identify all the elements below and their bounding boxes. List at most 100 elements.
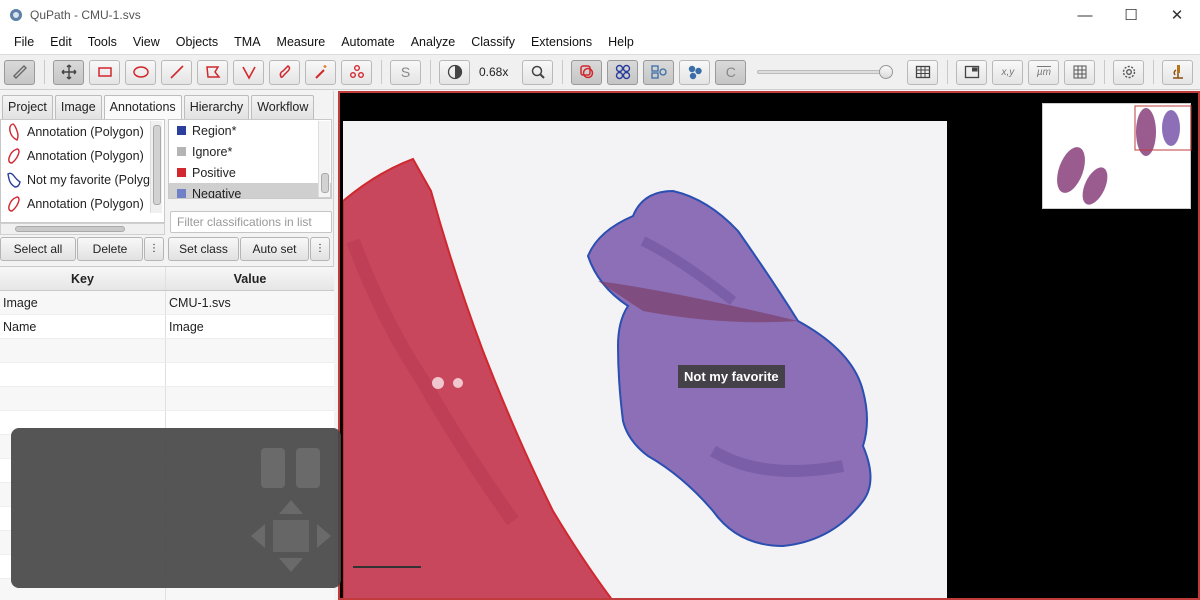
show-tma-grid-button[interactable] bbox=[607, 59, 639, 85]
wand-tool-button[interactable] bbox=[305, 59, 336, 85]
preferences-button[interactable] bbox=[1113, 59, 1145, 85]
zoom-to-fit-button[interactable] bbox=[522, 59, 554, 85]
show-grid-button[interactable] bbox=[1064, 59, 1096, 85]
polyline-tool-button[interactable] bbox=[233, 59, 264, 85]
left-arrow-icon bbox=[251, 524, 265, 548]
brightness-contrast-button[interactable] bbox=[439, 59, 470, 85]
class-item-positive[interactable]: Positive bbox=[169, 162, 331, 183]
menu-tools[interactable]: Tools bbox=[80, 30, 125, 54]
table-cell-key: Image bbox=[0, 291, 166, 314]
table-cell-value: Image bbox=[169, 320, 204, 334]
class-more-button[interactable]: ⋮ bbox=[310, 237, 330, 261]
annotation-label: Annotation (Polygon) bbox=[27, 125, 144, 139]
menu-automate[interactable]: Automate bbox=[333, 30, 403, 54]
opacity-slider[interactable] bbox=[757, 62, 894, 82]
auto-set-button[interactable]: Auto set bbox=[240, 237, 309, 261]
menu-tma[interactable]: TMA bbox=[226, 30, 268, 54]
script-editor-button[interactable] bbox=[1162, 59, 1194, 85]
show-overview-button[interactable] bbox=[956, 59, 988, 85]
show-detections-button[interactable] bbox=[643, 59, 675, 85]
tab-project[interactable]: Project bbox=[2, 95, 53, 119]
show-annotations-button[interactable] bbox=[571, 59, 603, 85]
annotation-list-item[interactable]: Annotation (Polygon) bbox=[1, 144, 164, 168]
image-viewer[interactable]: Not my favorite bbox=[338, 91, 1200, 600]
table-row-empty bbox=[0, 387, 334, 411]
menu-file[interactable]: File bbox=[6, 30, 42, 54]
tab-annotations[interactable]: Annotations bbox=[103, 95, 182, 119]
class-button-row: Set class Auto set ⋮ bbox=[168, 237, 331, 261]
scrollbar-thumb[interactable] bbox=[153, 125, 161, 205]
table-row[interactable]: Name Image bbox=[0, 315, 334, 339]
filter-classifications-input[interactable]: Filter classifications in list bbox=[170, 211, 332, 233]
class-label: Negative bbox=[192, 186, 242, 199]
polygon-tool-button[interactable] bbox=[197, 59, 228, 85]
selection-mode-button[interactable]: S bbox=[390, 59, 421, 85]
select-all-button[interactable]: Select all bbox=[0, 237, 76, 261]
menu-analyze[interactable]: Analyze bbox=[403, 30, 463, 54]
menu-extensions[interactable]: Extensions bbox=[523, 30, 600, 54]
annotation-list-hscrollbar[interactable] bbox=[0, 223, 165, 235]
annotation-list-item[interactable]: Annotation (Polygon) bbox=[1, 192, 164, 216]
line-tool-button[interactable] bbox=[161, 59, 192, 85]
maximize-button[interactable]: ☐ bbox=[1108, 0, 1154, 30]
minimize-button[interactable]: — bbox=[1062, 0, 1108, 30]
tab-hierarchy[interactable]: Hierarchy bbox=[183, 95, 250, 119]
center-pad bbox=[273, 520, 309, 552]
points-icon bbox=[349, 65, 364, 78]
column-header-key[interactable]: Key bbox=[0, 267, 166, 290]
class-color-swatch bbox=[177, 168, 186, 177]
table-row[interactable]: Image CMU-1.svs bbox=[0, 291, 334, 315]
show-scalebar-button[interactable]: µm bbox=[1028, 59, 1060, 85]
main-toolbar: S 0.68x C x,y µm bbox=[0, 54, 1200, 90]
down-arrow-icon bbox=[279, 558, 303, 572]
annotation-button-row: Select all Delete ⋮ bbox=[0, 237, 165, 261]
measurement-table-button[interactable] bbox=[907, 59, 939, 85]
scrollbar-thumb[interactable] bbox=[321, 173, 329, 193]
tma-grid-icon bbox=[615, 64, 631, 80]
pause-bar-left bbox=[261, 448, 285, 488]
show-connections-button[interactable]: C bbox=[715, 59, 747, 85]
class-item-ignore[interactable]: Ignore* bbox=[169, 141, 331, 162]
brush-tool-button[interactable] bbox=[269, 59, 300, 85]
points-tool-button[interactable] bbox=[341, 59, 372, 85]
menu-edit[interactable]: Edit bbox=[42, 30, 80, 54]
move-tool-button[interactable] bbox=[53, 59, 84, 85]
annotation-list-item[interactable]: Not my favorite (Polygo bbox=[1, 168, 164, 192]
annotation-more-button[interactable]: ⋮ bbox=[144, 237, 164, 261]
menu-classify[interactable]: Classify bbox=[463, 30, 523, 54]
slide-image[interactable] bbox=[342, 121, 947, 598]
set-class-button[interactable]: Set class bbox=[168, 237, 239, 261]
menu-help[interactable]: Help bbox=[600, 30, 642, 54]
table-header: Key Value bbox=[0, 267, 334, 291]
ellipse-tool-button[interactable] bbox=[125, 59, 156, 85]
menu-objects[interactable]: Objects bbox=[168, 30, 226, 54]
delete-button[interactable]: Delete bbox=[77, 237, 143, 261]
move-icon bbox=[61, 64, 76, 80]
grid-icon bbox=[1073, 65, 1087, 79]
annotation-list-scrollbar[interactable] bbox=[150, 121, 162, 213]
classification-list-scrollbar[interactable] bbox=[318, 121, 330, 197]
show-cursor-location-button[interactable]: x,y bbox=[992, 59, 1024, 85]
slide-overview-thumbnail[interactable] bbox=[1042, 103, 1192, 209]
brush-icon bbox=[279, 65, 290, 78]
class-item-negative[interactable]: Negative bbox=[169, 183, 331, 199]
menu-bar: File Edit Tools View Objects TMA Measure… bbox=[0, 30, 1200, 54]
slider-thumb[interactable] bbox=[879, 65, 894, 79]
class-item-region[interactable]: Region* bbox=[169, 120, 331, 141]
menu-measure[interactable]: Measure bbox=[269, 30, 334, 54]
navigation-overlay[interactable] bbox=[11, 428, 341, 588]
rectangle-icon bbox=[97, 67, 112, 77]
title-bar: QuPath - CMU-1.svs — ☐ ✕ bbox=[0, 0, 1200, 30]
annotation-list-item[interactable]: Annotation (Polygon) bbox=[1, 120, 164, 144]
fill-detections-button[interactable] bbox=[679, 59, 711, 85]
close-button[interactable]: ✕ bbox=[1154, 0, 1200, 30]
tab-image[interactable]: Image bbox=[54, 95, 102, 119]
column-header-value[interactable]: Value bbox=[166, 267, 334, 290]
qupath-logo-icon bbox=[10, 9, 22, 21]
tab-workflow[interactable]: Workflow bbox=[251, 95, 315, 119]
rectangle-tool-button[interactable] bbox=[89, 59, 120, 85]
scrollbar-thumb[interactable] bbox=[15, 226, 125, 232]
class-label: Region* bbox=[192, 123, 237, 138]
menu-view[interactable]: View bbox=[125, 30, 168, 54]
ruler-tool-button[interactable] bbox=[4, 59, 35, 85]
